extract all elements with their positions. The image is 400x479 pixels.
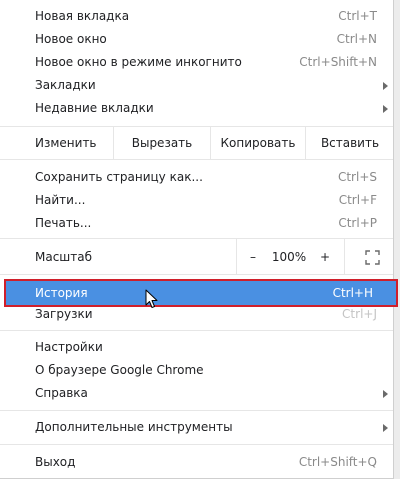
menu-item-bookmarks[interactable]: Закладки xyxy=(0,74,393,97)
menu-item-shortcut: Ctrl+T xyxy=(338,9,377,23)
zoom-in-button[interactable]: + xyxy=(310,239,340,275)
submenu-arrow-icon xyxy=(383,82,388,90)
menu-item-shortcut: Ctrl+Shift+N xyxy=(299,55,377,69)
menu-item-about-chrome[interactable]: О браузере Google Chrome xyxy=(0,359,393,382)
menu-item-label: Недавние вкладки xyxy=(35,101,154,115)
menu-item-label: Закладки xyxy=(35,78,96,92)
copy-button[interactable]: Копировать xyxy=(210,127,305,159)
zoom-value: 100% xyxy=(271,250,307,264)
zoom-row: Масштаб – 100% + xyxy=(0,238,393,275)
menu-item-print[interactable]: Печать... Ctrl+P xyxy=(0,212,393,235)
cut-button[interactable]: Вырезать xyxy=(113,127,210,159)
menu-item-save-page[interactable]: Сохранить страницу как... Ctrl+S xyxy=(0,166,393,189)
menu-item-label: Найти... xyxy=(35,193,86,207)
submenu-arrow-icon xyxy=(383,105,388,113)
menu-item-label: Печать... xyxy=(35,216,92,230)
submenu-arrow-icon xyxy=(383,424,388,432)
menu-divider xyxy=(0,444,393,445)
fullscreen-icon xyxy=(365,250,380,265)
menu-item-new-incognito-window[interactable]: Новое окно в режиме инкогнито Ctrl+Shift… xyxy=(0,51,393,74)
zoom-out-button[interactable]: – xyxy=(236,239,269,274)
edit-label: Изменить xyxy=(35,136,97,150)
menu-item-label: Настройки xyxy=(35,340,103,354)
menu-item-shortcut: Ctrl+F xyxy=(338,193,377,207)
menu-item-settings[interactable]: Настройки xyxy=(0,336,393,359)
menu-item-new-window[interactable]: Новое окно Ctrl+N xyxy=(0,28,393,51)
mouse-cursor-icon xyxy=(145,289,158,308)
submenu-arrow-icon xyxy=(383,390,388,398)
menu-item-label: Выход xyxy=(35,455,76,469)
menu-item-shortcut: Ctrl+S xyxy=(337,170,377,184)
menu-item-label: Сохранить страницу как... xyxy=(35,170,203,184)
menu-divider xyxy=(0,274,393,275)
menu-item-label: Новая вкладка xyxy=(35,9,130,23)
menu-item-label: Дополнительные инструменты xyxy=(35,420,233,434)
menu-item-help[interactable]: Справка xyxy=(0,382,393,405)
menu-item-shortcut: Ctrl+P xyxy=(338,216,377,230)
menu-item-shortcut: Ctrl+Shift+Q xyxy=(298,455,377,469)
menu-item-more-tools[interactable]: Дополнительные инструменты xyxy=(0,416,393,439)
menu-item-recent-tabs[interactable]: Недавние вкладки xyxy=(0,97,393,120)
scrollbar-rail[interactable] xyxy=(394,0,400,479)
annotation-highlight-box xyxy=(4,279,398,307)
edit-row: Изменить Вырезать Копировать Вставить xyxy=(0,126,393,160)
zoom-label: Масштаб xyxy=(35,250,93,264)
menu-item-new-tab[interactable]: Новая вкладка Ctrl+T xyxy=(0,5,393,28)
menu-item-label: О браузере Google Chrome xyxy=(35,363,204,377)
menu-divider xyxy=(0,330,393,331)
menu-item-label: Справка xyxy=(35,386,88,400)
menu-divider xyxy=(0,410,393,411)
paste-button[interactable]: Вставить xyxy=(305,127,393,159)
menu-item-label: Новое окно в режиме инкогнито xyxy=(35,55,242,69)
menu-item-exit[interactable]: Выход Ctrl+Shift+Q xyxy=(0,451,393,474)
menu-item-shortcut: Ctrl+N xyxy=(336,32,377,46)
menu-item-label: Новое окно xyxy=(35,32,107,46)
chrome-main-menu: Новая вкладка Ctrl+T Новое окно Ctrl+N Н… xyxy=(0,0,394,479)
menu-item-find[interactable]: Найти... Ctrl+F xyxy=(0,189,393,212)
